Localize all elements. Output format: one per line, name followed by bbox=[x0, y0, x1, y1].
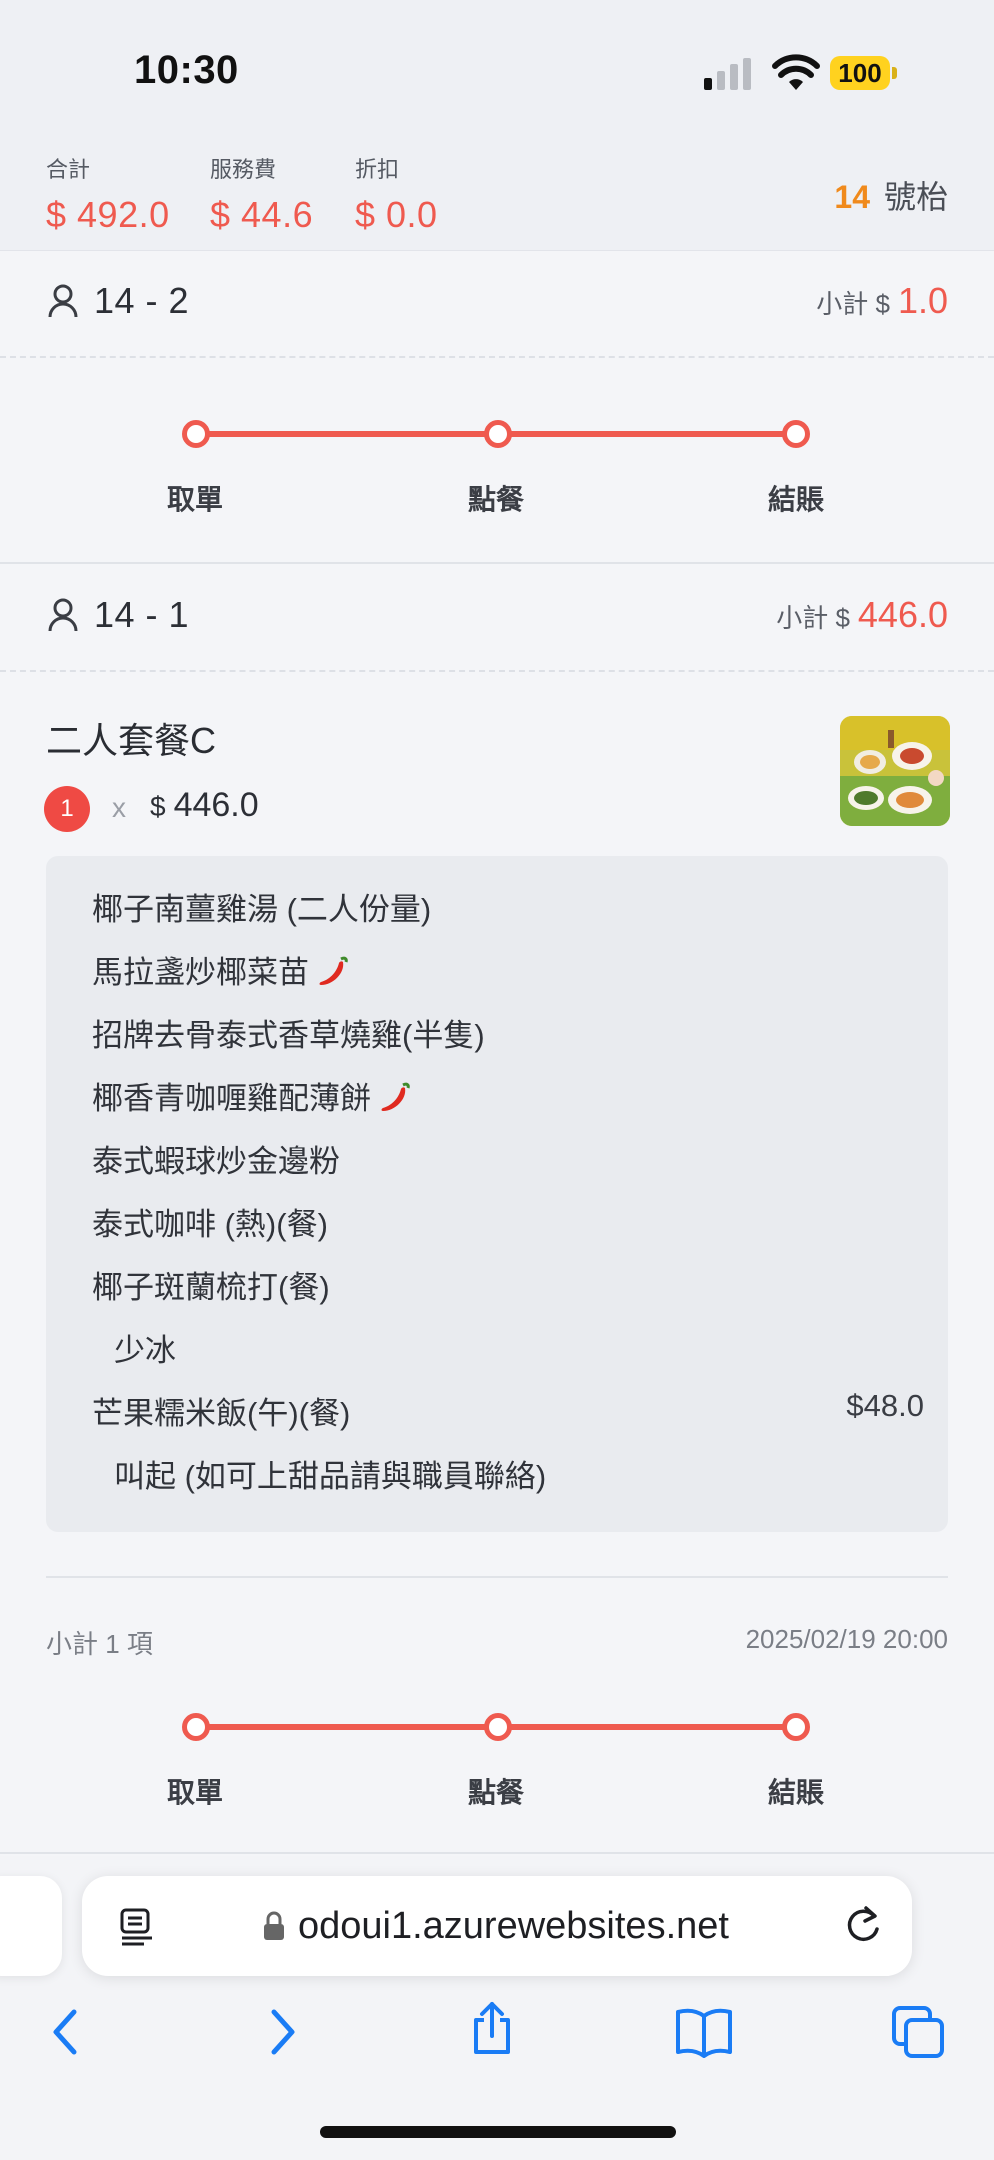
progress-step-pickup: 取單 bbox=[166, 484, 223, 515]
item-price: $446.0 bbox=[150, 786, 259, 825]
subtotal-value: 1.0 bbox=[897, 280, 948, 321]
home-indicator[interactable] bbox=[320, 2126, 676, 2138]
cellular-signal-icon bbox=[704, 58, 751, 90]
section-divider bbox=[0, 562, 994, 564]
previous-tab-preview[interactable] bbox=[0, 1876, 62, 1976]
total-label: 合計 bbox=[46, 157, 91, 182]
item-divider bbox=[46, 1576, 948, 1578]
detail-line: 椰子斑蘭梳打(餐) bbox=[92, 1270, 330, 1305]
service-charge-label: 服務費 bbox=[210, 157, 277, 182]
progress-step-order: 點餐 bbox=[467, 484, 524, 515]
progress-step-dot bbox=[484, 420, 512, 448]
reload-icon[interactable] bbox=[840, 1900, 886, 1950]
progress-step-dot bbox=[782, 420, 810, 448]
lock-icon bbox=[264, 1911, 284, 1940]
detail-line: 泰式咖啡 (熱)(餐) bbox=[92, 1207, 328, 1242]
total-block: 合計 $ 492.0 bbox=[46, 152, 170, 236]
discount-value: $ 0.0 bbox=[355, 194, 438, 235]
progress-step-order: 點餐 bbox=[467, 1777, 524, 1808]
tabs-icon[interactable] bbox=[888, 2002, 948, 2062]
item-count: 小計 1 項 bbox=[46, 1629, 153, 1659]
person-icon bbox=[48, 598, 78, 632]
discount-block: 折扣 $ 0.0 bbox=[355, 152, 438, 236]
detail-line: 馬拉盞炒椰菜苗 bbox=[92, 947, 351, 992]
quantity-badge: 1 bbox=[44, 786, 90, 832]
table-number-suffix: 號枱 bbox=[883, 179, 948, 215]
bookmarks-icon[interactable] bbox=[674, 2002, 734, 2062]
item-price-value: 446.0 bbox=[173, 786, 259, 824]
battery-icon: 100 bbox=[830, 56, 900, 90]
progress-step-dot bbox=[484, 1713, 512, 1741]
progress-step-dot bbox=[182, 1713, 210, 1741]
detail-line-text: 馬拉盞炒椰菜苗 bbox=[92, 955, 309, 990]
forward-icon[interactable] bbox=[252, 2002, 312, 2062]
detail-line: 招牌去骨泰式香草燒雞(半隻) bbox=[92, 1018, 485, 1053]
reader-icon[interactable] bbox=[118, 1904, 158, 1948]
service-charge-value: $ 44.6 bbox=[210, 194, 314, 235]
item-name[interactable]: 二人套餐C bbox=[46, 712, 216, 764]
detail-line: 泰式蝦球炒金邊粉 bbox=[92, 1144, 340, 1179]
url-text[interactable]: odoui1.azurewebsites.net bbox=[298, 1905, 729, 1948]
order-id: 14 - 1 bbox=[94, 594, 190, 635]
subtotal-label: 小計 $ bbox=[816, 289, 890, 319]
quantity-times: x bbox=[112, 792, 126, 823]
total-value: $ 492.0 bbox=[46, 194, 170, 235]
status-time: 10:30 bbox=[134, 48, 239, 92]
chili-pepper-icon bbox=[381, 1082, 410, 1111]
back-icon[interactable] bbox=[36, 2002, 96, 2062]
order-subtotal: 小計 $1.0 bbox=[816, 280, 948, 322]
detail-line-price: $48.0 bbox=[846, 1388, 924, 1423]
detail-line-text: 椰香青咖喱雞配薄餅 bbox=[92, 1081, 371, 1116]
detail-modifier: 少冰 bbox=[114, 1333, 176, 1368]
chili-pepper-icon bbox=[319, 956, 348, 985]
progress-step-checkout: 結賬 bbox=[767, 1777, 824, 1808]
item-details-panel: 椰子南薑雞湯 (二人份量) 馬拉盞炒椰菜苗 招牌去骨泰式香草燒雞(半隻) 椰香青… bbox=[46, 856, 948, 1532]
section-divider bbox=[0, 1852, 994, 1854]
subtotal-value: 446.0 bbox=[857, 594, 948, 635]
subtotal-label: 小計 $ bbox=[776, 603, 850, 633]
progress-step-checkout: 結賬 bbox=[767, 484, 824, 515]
share-icon[interactable] bbox=[462, 1998, 522, 2058]
detail-line: 椰香青咖喱雞配薄餅 bbox=[92, 1073, 413, 1118]
wifi-icon bbox=[772, 54, 820, 90]
dashed-divider bbox=[0, 670, 994, 672]
table-number-value: 14 bbox=[834, 179, 870, 215]
detail-line: 芒果糯米飯(午)(餐) bbox=[92, 1396, 351, 1431]
service-charge-block: 服務費 $ 44.6 bbox=[210, 152, 313, 236]
progress-step-dot bbox=[782, 1713, 810, 1741]
currency-symbol: $ bbox=[150, 791, 166, 822]
discount-label: 折扣 bbox=[355, 157, 400, 182]
person-icon bbox=[48, 284, 78, 318]
detail-line: 椰子南薑雞湯 (二人份量) bbox=[92, 892, 432, 927]
order-id: 14 - 2 bbox=[94, 280, 190, 321]
battery-level: 100 bbox=[830, 56, 890, 90]
dashed-divider bbox=[0, 356, 994, 358]
detail-modifier: 叫起 (如可上甜品請與職員聯絡) bbox=[114, 1459, 547, 1494]
order-subtotal: 小計 $446.0 bbox=[776, 594, 948, 636]
progress-step-pickup: 取單 bbox=[166, 1777, 223, 1808]
progress-step-dot bbox=[182, 420, 210, 448]
table-number: 14 號枱 bbox=[834, 172, 948, 218]
item-photo[interactable] bbox=[840, 716, 950, 826]
order-timestamp: 2025/02/19 20:00 bbox=[745, 1624, 948, 1654]
